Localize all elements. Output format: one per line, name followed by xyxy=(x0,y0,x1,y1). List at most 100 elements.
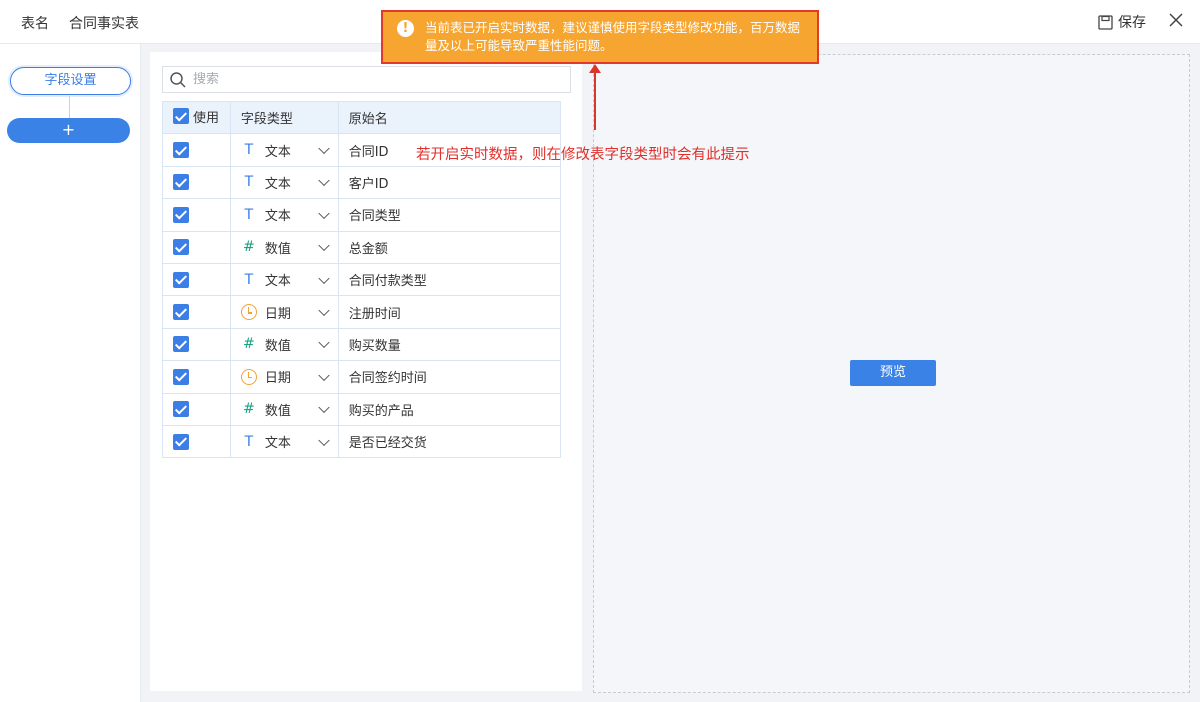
add-step-button[interactable]: + xyxy=(7,118,130,143)
use-cell xyxy=(162,424,231,459)
original-name-cell: 合同类型 xyxy=(337,198,562,232)
number-icon: # xyxy=(243,239,255,256)
type-cell[interactable]: # 数值 xyxy=(229,230,339,264)
use-checkbox[interactable] xyxy=(173,336,189,353)
date-icon xyxy=(240,368,257,385)
text-icon: T xyxy=(244,271,254,288)
annotation-arrow-line xyxy=(594,68,596,130)
chevron-down-icon[interactable] xyxy=(318,401,330,414)
table-row: T 文本 是否已经交货 xyxy=(162,424,562,459)
preview-button[interactable]: 预览 xyxy=(850,360,936,386)
text-icon: T xyxy=(244,174,254,191)
number-icon: # xyxy=(243,336,255,353)
use-cell xyxy=(162,360,231,394)
chevron-down-icon[interactable] xyxy=(318,142,330,155)
use-cell xyxy=(162,198,231,232)
table-row: 日期 注册时间 xyxy=(162,295,562,329)
select-all-checkbox[interactable] xyxy=(173,108,189,125)
warning-text: 当前表已开启实时数据，建议谨慎使用字段类型修改功能，百万数据量及以上可能导致严重… xyxy=(425,20,801,53)
type-cell[interactable]: # 数值 xyxy=(229,392,339,426)
type-label: 数值 xyxy=(264,338,291,354)
type-label: 数值 xyxy=(264,403,291,419)
use-cell xyxy=(162,262,231,297)
number-icon: # xyxy=(243,401,255,418)
search-icon xyxy=(170,71,186,88)
type-label: 文本 xyxy=(264,144,291,160)
type-cell[interactable]: T 文本 xyxy=(229,133,339,167)
use-cell xyxy=(162,230,231,264)
type-label: 日期 xyxy=(264,371,291,387)
warning-icon: ! xyxy=(397,20,414,37)
step-field-settings[interactable]: 字段设置 xyxy=(10,67,131,95)
table-row: T 文本 客户ID xyxy=(162,165,562,200)
use-cell xyxy=(162,295,231,329)
use-checkbox[interactable] xyxy=(173,174,189,191)
chevron-down-icon[interactable] xyxy=(318,369,330,381)
original-name-cell: 合同付款类型 xyxy=(337,262,562,297)
original-name-cell: 注册时间 xyxy=(337,295,562,329)
save-button[interactable]: 保存 xyxy=(1098,12,1146,32)
chevron-down-icon[interactable] xyxy=(318,207,330,219)
annotation-arrow-head xyxy=(589,64,601,73)
type-cell[interactable]: T 文本 xyxy=(229,198,339,232)
type-cell[interactable]: T 文本 xyxy=(229,165,339,200)
step-connector xyxy=(69,96,70,118)
header-type: 字段类型 xyxy=(229,100,339,135)
close-icon[interactable] xyxy=(1167,11,1185,29)
text-icon: T xyxy=(244,433,254,450)
header-use-label: 使用 xyxy=(193,110,220,126)
type-cell[interactable]: # 数值 xyxy=(229,327,339,362)
search-box[interactable] xyxy=(162,66,571,93)
original-name-cell: 购买的产品 xyxy=(337,392,562,426)
search-input[interactable] xyxy=(193,72,553,87)
chevron-down-icon[interactable] xyxy=(318,304,330,317)
original-name-cell: 是否已经交货 xyxy=(337,424,562,459)
header-name: 原始名 xyxy=(337,100,562,135)
type-label: 文本 xyxy=(264,274,291,290)
original-name-cell: 合同签约时间 xyxy=(337,360,562,394)
chevron-down-icon[interactable] xyxy=(318,239,330,252)
use-checkbox[interactable] xyxy=(173,304,189,321)
table-name-value[interactable]: 合同事实表 xyxy=(69,13,139,33)
use-cell xyxy=(162,133,231,167)
original-name-cell: 购买数量 xyxy=(337,327,562,362)
table-row: # 数值 总金额 xyxy=(162,230,562,264)
type-cell[interactable]: T 文本 xyxy=(229,424,339,459)
save-button-label: 保存 xyxy=(1118,15,1146,31)
original-name-cell: 客户ID xyxy=(337,165,562,200)
table-row: 日期 合同签约时间 xyxy=(162,360,562,394)
table-row: T 文本 合同付款类型 xyxy=(162,262,562,297)
use-checkbox[interactable] xyxy=(173,433,189,450)
type-cell[interactable]: 日期 xyxy=(229,295,339,329)
type-label: 文本 xyxy=(264,209,291,225)
use-checkbox[interactable] xyxy=(173,142,189,159)
table-row: # 数值 购买的产品 xyxy=(162,392,562,426)
original-name-cell: 总金额 xyxy=(337,230,562,264)
use-cell xyxy=(162,392,231,426)
use-checkbox[interactable] xyxy=(173,271,189,288)
type-label: 数值 xyxy=(264,241,291,257)
chevron-down-icon[interactable] xyxy=(318,272,330,284)
chevron-down-icon[interactable] xyxy=(318,175,330,187)
use-checkbox[interactable] xyxy=(173,401,189,418)
chevron-down-icon[interactable] xyxy=(318,434,330,446)
header-use: 使用 xyxy=(162,100,231,135)
left-step-nav: 字段设置 + xyxy=(0,44,141,702)
table-header-row: 使用 字段类型 原始名 xyxy=(162,100,562,135)
chevron-down-icon[interactable] xyxy=(318,337,330,349)
type-cell[interactable]: 日期 xyxy=(229,360,339,394)
table-row: T 文本 合同类型 xyxy=(162,198,562,232)
use-checkbox[interactable] xyxy=(173,368,189,385)
type-cell[interactable]: T 文本 xyxy=(229,262,339,297)
table-name-label: 表名 xyxy=(21,16,49,32)
use-checkbox[interactable] xyxy=(173,239,189,256)
use-cell xyxy=(162,327,231,362)
type-label: 文本 xyxy=(264,176,291,192)
type-label: 日期 xyxy=(264,306,291,322)
realtime-warning-toast: ! 当前表已开启实时数据，建议谨慎使用字段类型修改功能，百万数据量及以上可能导致… xyxy=(381,10,819,64)
use-cell xyxy=(162,165,231,200)
text-icon: T xyxy=(244,142,254,159)
type-label: 文本 xyxy=(264,436,291,452)
text-icon: T xyxy=(244,206,254,223)
use-checkbox[interactable] xyxy=(173,206,189,223)
